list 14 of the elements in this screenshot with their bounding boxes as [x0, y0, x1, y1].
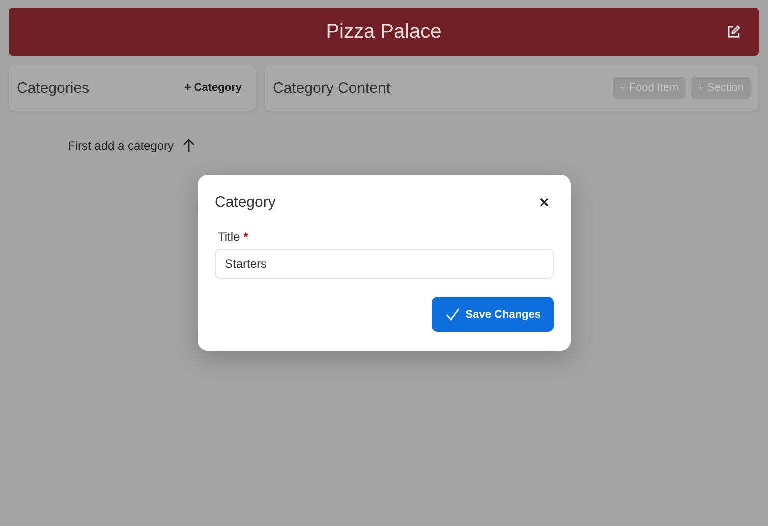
field-label: Title — [218, 230, 240, 244]
close-icon[interactable] — [540, 198, 549, 207]
add-category-button[interactable]: + Category — [178, 78, 248, 98]
panel-title: Category Content — [273, 80, 391, 96]
hint-text: First add a category — [68, 139, 174, 153]
required-mark: * — [244, 230, 248, 244]
panel-title: Categories — [17, 80, 90, 96]
app-title: Pizza Palace — [326, 20, 442, 44]
dialog-title: Category — [215, 194, 276, 211]
check-icon — [446, 308, 460, 321]
title-input-field[interactable]: Starters — [215, 249, 554, 279]
arrow-up-icon — [183, 139, 196, 153]
edit-icon[interactable] — [727, 25, 741, 39]
save-changes-button[interactable]: Save Changes — [432, 297, 554, 332]
